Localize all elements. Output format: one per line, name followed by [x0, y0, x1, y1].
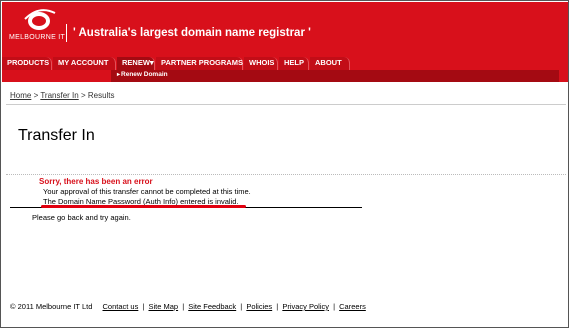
nav-item-partner-programs[interactable]: PARTNER PROGRAMS — [156, 57, 243, 70]
breadcrumb-home-link[interactable]: Home — [10, 91, 31, 100]
subnav-item-renew-domain[interactable]: Renew Domain — [117, 71, 168, 78]
breadcrumb-transfer-in-link[interactable]: Transfer In — [40, 91, 78, 100]
nav-item-about[interactable]: ABOUT — [310, 57, 350, 70]
retry-message: Please go back and try again. — [32, 213, 131, 222]
content-divider — [6, 174, 566, 175]
breadcrumb-current: Results — [87, 91, 115, 100]
footer-link-careers[interactable]: Careers — [339, 302, 366, 311]
browser-page: MELBOURNE IT ' Australia's largest domai… — [0, 0, 569, 328]
footer-link-site-map[interactable]: Site Map — [148, 302, 178, 311]
copyright-text: © 2011 Melbourne IT Ltd — [10, 302, 93, 311]
breadcrumb-separator: > — [31, 91, 41, 100]
header-divider — [66, 24, 67, 42]
main-nav: PRODUCTS MY ACCOUNT RENEW▾ PARTNER PROGR… — [2, 57, 568, 70]
site-tagline: ' Australia's largest domain name regist… — [73, 27, 311, 39]
footer-link-site-feedback[interactable]: Site Feedback — [188, 302, 236, 311]
footer-separator: | — [276, 302, 279, 311]
footer-separator: | — [240, 302, 243, 311]
globe-swoosh-icon — [24, 9, 56, 30]
footer-separator: | — [142, 302, 145, 311]
melbourne-it-logo[interactable]: MELBOURNE IT — [9, 7, 65, 47]
breadcrumb-divider — [6, 104, 566, 105]
footer-separator: | — [182, 302, 185, 311]
page-title: Transfer In — [18, 127, 95, 144]
nav-item-renew[interactable]: RENEW▾ — [117, 57, 155, 70]
footer-separator: | — [333, 302, 336, 311]
footer-link-contact-us[interactable]: Contact us — [102, 302, 138, 311]
nav-item-help[interactable]: HELP — [279, 57, 309, 70]
site-header: MELBOURNE IT ' Australia's largest domai… — [2, 2, 568, 57]
nav-item-whois[interactable]: WHOIS — [244, 57, 278, 70]
sub-nav-bar: Renew Domain — [111, 70, 559, 82]
site-footer: © 2011 Melbourne IT Ltd Contact us | Sit… — [10, 302, 366, 311]
sub-nav: Renew Domain — [2, 70, 568, 82]
breadcrumb: Home > Transfer In > Results — [10, 91, 115, 100]
breadcrumb-separator: > — [78, 91, 88, 100]
footer-link-policies[interactable]: Policies — [246, 302, 272, 311]
highlight-underline — [41, 205, 246, 208]
logo-wordmark: MELBOURNE IT — [9, 34, 66, 41]
error-message: Sorry, there has been an error Your appr… — [39, 177, 251, 206]
nav-item-products[interactable]: PRODUCTS — [2, 57, 52, 70]
error-detail-1: Your approval of this transfer cannot be… — [43, 187, 251, 196]
nav-item-my-account[interactable]: MY ACCOUNT — [53, 57, 116, 70]
footer-link-privacy-policy[interactable]: Privacy Policy — [282, 302, 329, 311]
error-title: Sorry, there has been an error — [39, 177, 153, 186]
